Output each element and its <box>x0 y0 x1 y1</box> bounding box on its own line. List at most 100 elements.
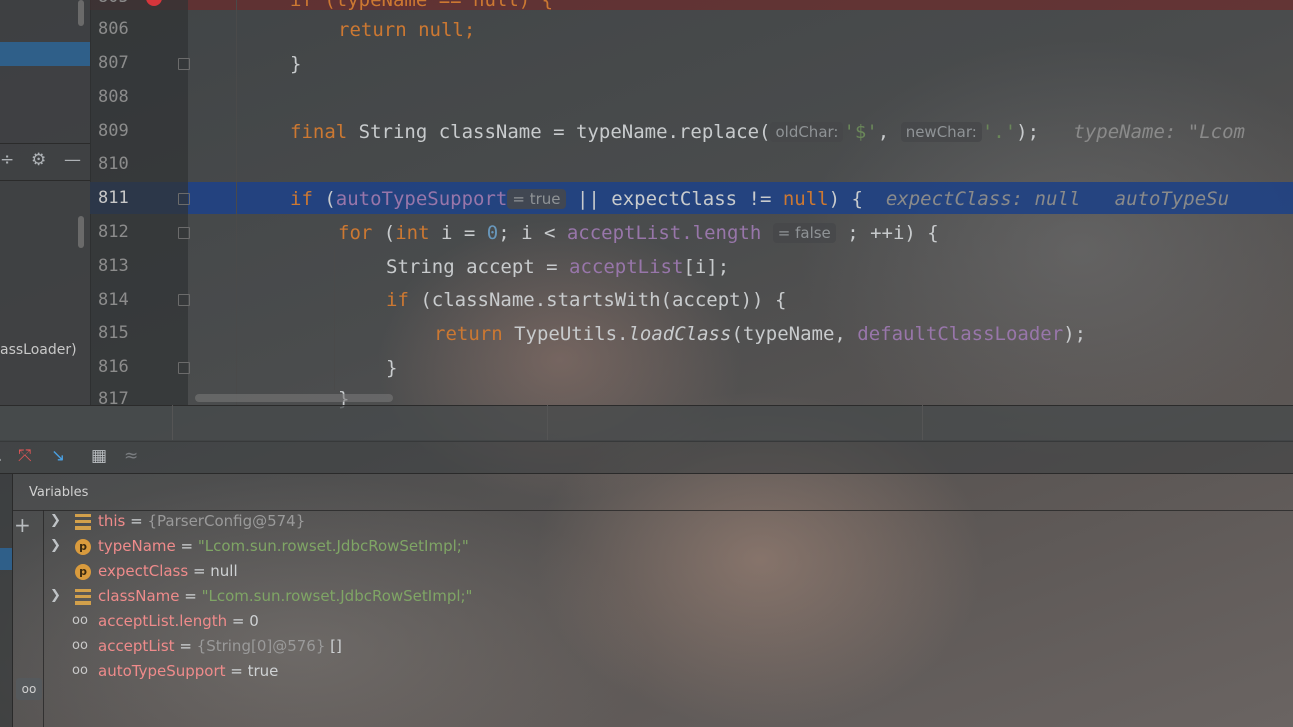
expand-arrow-icon[interactable]: ❯ <box>50 588 61 603</box>
selected-frame[interactable] <box>0 548 12 570</box>
variable-name: autoTypeSupport <box>98 662 226 680</box>
equals-sign: = <box>125 512 148 530</box>
equals-sign: = <box>227 612 250 630</box>
editor-horizontal-scrollbar[interactable] <box>195 394 393 402</box>
run-to-cursor-icon[interactable]: ↘ <box>51 446 65 466</box>
variables-title: Variables <box>29 485 89 500</box>
structure-item-label[interactable]: assLoader) <box>0 342 77 358</box>
collapse-all-icon[interactable]: ÷ <box>0 150 14 170</box>
code-text: || expectClass != <box>565 188 783 210</box>
watch-icon: oo <box>72 613 88 628</box>
code-text: String accept = <box>386 256 570 278</box>
variable-value: null <box>210 562 238 580</box>
code-line-814[interactable]: if (className.startsWith(accept)) { <box>386 289 786 311</box>
code-text: ; ++i) { <box>835 222 939 244</box>
expand-arrow-icon[interactable]: ❯ <box>50 538 61 553</box>
parameter-hint: oldChar: <box>770 122 844 142</box>
brace: } <box>290 53 302 75</box>
debug-toolbar <box>0 440 1293 474</box>
fold-marker-icon[interactable] <box>178 227 190 239</box>
line-number: 816 <box>98 357 129 377</box>
line-number: 806 <box>98 19 129 39</box>
breakpoint-line-highlight <box>90 0 1293 10</box>
variable-value: true <box>247 662 279 680</box>
code-line-807[interactable]: } <box>290 53 301 75</box>
inline-debug-value: typeName: "Lcom <box>1073 121 1245 143</box>
keyword: null <box>418 19 464 41</box>
keyword: return <box>338 19 407 41</box>
field-reference: acceptList <box>566 222 682 244</box>
field-reference: acceptList <box>569 256 684 278</box>
equals-sign: = <box>225 662 248 680</box>
code-text: (className.startsWith(accept)) { <box>408 289 787 311</box>
fold-marker-icon[interactable] <box>178 193 190 205</box>
fold-marker-icon[interactable] <box>178 294 190 306</box>
variable-name: acceptList.length <box>98 612 228 630</box>
show-watches-icon[interactable]: oo <box>16 678 42 700</box>
code-text: TypeUtils. <box>502 323 629 345</box>
hide-panel-icon[interactable]: — <box>64 150 81 170</box>
project-tree-selected-item[interactable] <box>0 42 90 66</box>
equals-sign: = <box>174 637 197 655</box>
code-text: ); <box>1063 323 1087 345</box>
indent-guide <box>236 0 237 405</box>
keyword: if <box>290 188 313 210</box>
code-text: if (typeName == null) { <box>290 0 554 11</box>
line-number: 809 <box>98 121 129 141</box>
code-line-805[interactable]: if (typeName == null) { <box>290 0 553 11</box>
editor-gutter[interactable]: 805 806 807 808 809 810 811 812 813 814 … <box>90 0 190 409</box>
number-literal: 0 <box>486 222 499 244</box>
keyword: if <box>386 289 409 311</box>
line-number: 813 <box>98 256 129 276</box>
code-text: ); <box>1016 121 1040 143</box>
line-number: 812 <box>98 222 129 242</box>
variable-value: "Lcom.sun.rowset.JdbcRowSetImpl;" <box>201 587 473 605</box>
frames-panel[interactable] <box>0 474 13 727</box>
gear-icon[interactable]: ⚙ <box>31 150 46 170</box>
code-text: , <box>877 121 901 143</box>
project-scrollbar-thumb[interactable] <box>78 0 84 26</box>
line-number: 805 <box>98 0 140 7</box>
structure-scrollbar-thumb[interactable] <box>78 216 84 248</box>
code-line-806[interactable]: return null; <box>338 19 475 41</box>
variable-name: this <box>98 512 126 530</box>
parameter-icon: p <box>75 564 91 580</box>
drop-frame-icon[interactable]: ⤧ <box>18 446 32 466</box>
divider <box>0 180 90 181</box>
code-line-815[interactable]: return TypeUtils.loadClass(typeName, def… <box>434 323 1086 345</box>
variable-name: acceptList <box>98 637 175 655</box>
divider <box>0 143 90 144</box>
line-number: 814 <box>98 290 129 310</box>
line-number-current: 811 <box>98 188 129 208</box>
evaluate-expression-icon[interactable]: ▦ <box>91 446 107 466</box>
fold-marker-icon[interactable] <box>178 58 190 70</box>
field-reference: .length <box>681 222 762 244</box>
code-text: [i]; <box>683 256 730 278</box>
expand-arrow-icon[interactable]: ❯ <box>50 513 61 528</box>
code-line-809[interactable]: final String className = typeName.replac… <box>290 121 1245 143</box>
field-icon <box>75 589 91 605</box>
watch-icon: oo <box>72 638 88 653</box>
line-number: 808 <box>98 87 129 107</box>
variable-name: typeName <box>98 537 176 555</box>
project-tool-window: ÷ ⚙ — assLoader) <box>0 0 91 405</box>
code-line-813[interactable]: String accept = acceptList[i]; <box>386 256 729 278</box>
parameter-hint: newChar: <box>900 122 982 142</box>
variable-value: 0 <box>249 612 259 630</box>
variable-value-extra: [] <box>325 637 342 655</box>
code-line-816[interactable]: } <box>386 357 397 379</box>
code-text: ( <box>372 222 396 244</box>
static-method-call: loadClass <box>628 323 732 345</box>
value-hint: = true <box>507 189 566 209</box>
value-hint: = false <box>772 223 836 243</box>
code-line-812[interactable]: for (int i = 0; i < acceptList.length = … <box>338 222 939 244</box>
fold-marker-icon[interactable] <box>178 362 190 374</box>
keyword: for <box>338 222 373 244</box>
keyword: null <box>782 188 829 210</box>
variable-name: className <box>98 587 180 605</box>
code-line-811[interactable]: if (autoTypeSupport = true || expectClass… <box>290 188 1229 210</box>
equals-sign: = <box>179 587 202 605</box>
add-watch-icon[interactable]: + <box>14 513 31 537</box>
trace-stream-icon[interactable]: ≈ <box>124 446 138 466</box>
step-out-icon[interactable]: . <box>0 446 2 466</box>
